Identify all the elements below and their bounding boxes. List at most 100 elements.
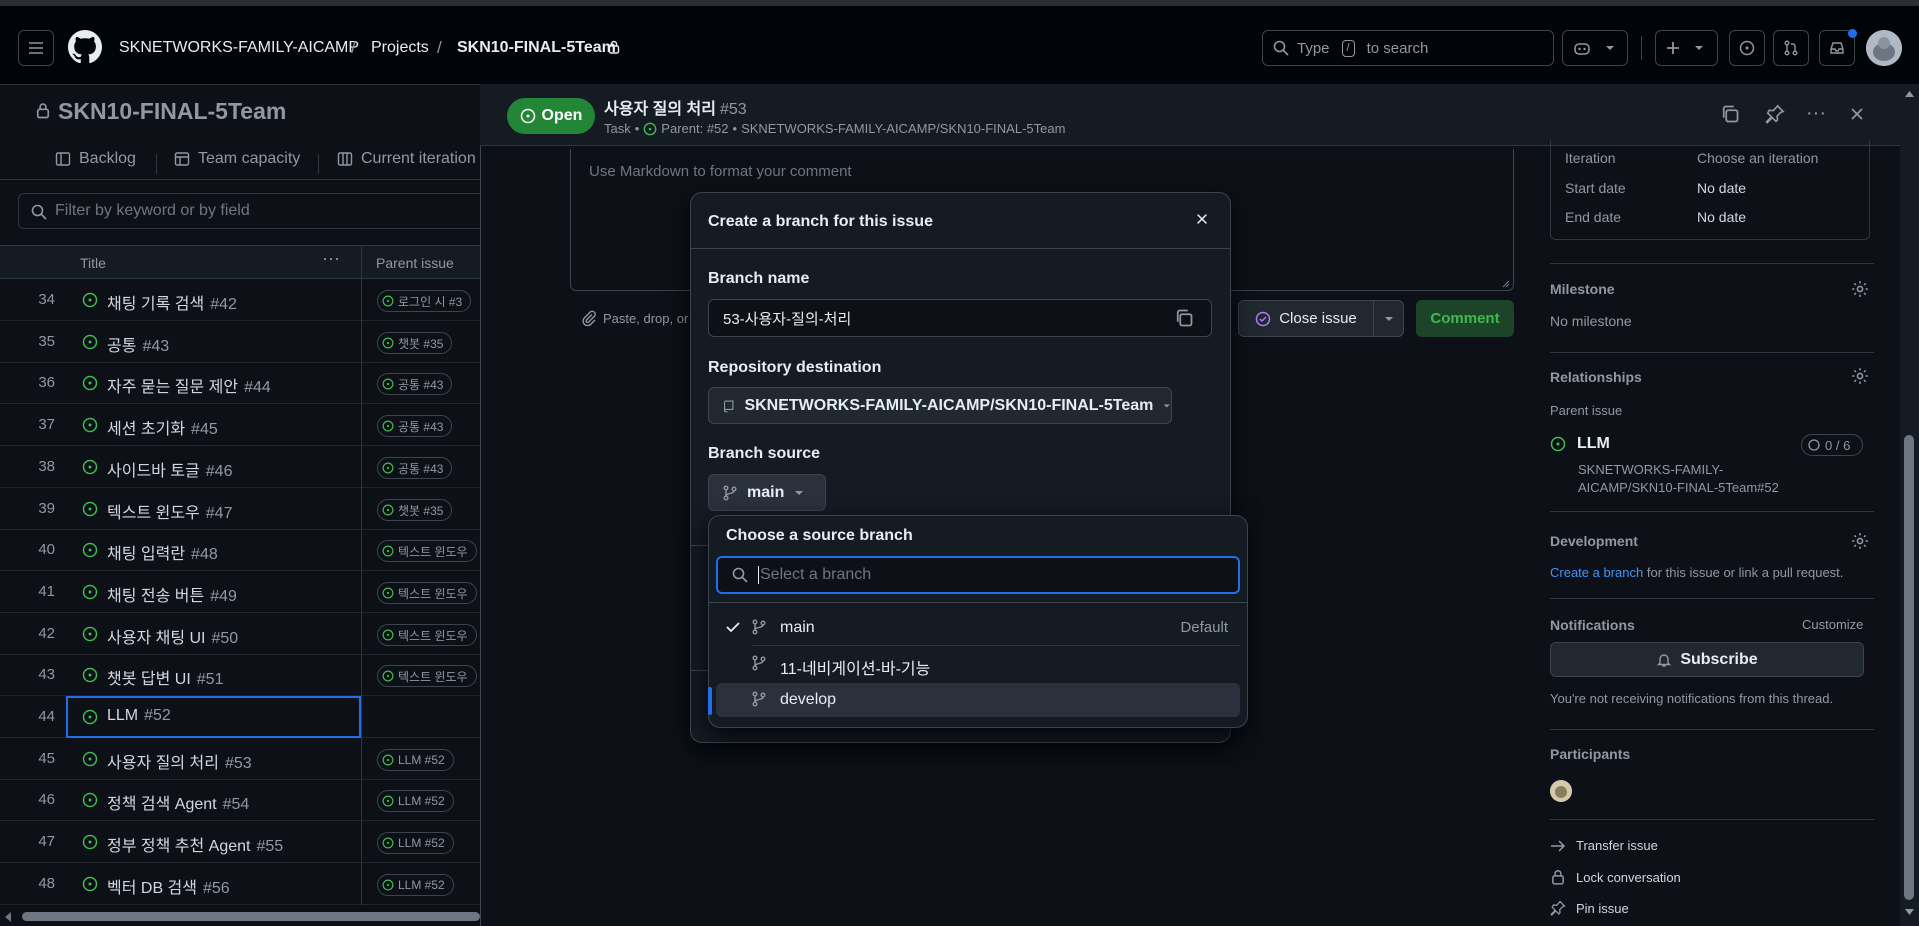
parent-issue-pill[interactable]: LLM #52 [377,832,454,854]
branch-filter-input[interactable]: Select a branch [716,556,1240,594]
table-row[interactable]: 37 세션 초기화 #45 공통 #43 [0,404,480,446]
iteration-value[interactable]: Choose an iteration [1697,150,1818,166]
column-menu-icon[interactable]: ··· [322,248,340,269]
issue-title[interactable]: 사용자 질의 처리 #53 [604,95,747,119]
start-date-value[interactable]: No date [1697,180,1746,196]
pull-requests-button[interactable] [1773,30,1809,66]
pin-icon[interactable] [1765,104,1785,124]
global-search-input[interactable]: Type / to search [1262,30,1554,66]
branch-source-select[interactable]: main [708,474,826,511]
close-issue-options-button[interactable] [1373,300,1404,337]
row-title[interactable]: 세션 초기화 #45 [107,415,218,439]
parent-issue-cell[interactable]: 텍스트 윈도우 [361,654,481,696]
parent-issue-pill[interactable]: 로그인 시 #3 [377,290,472,312]
row-title[interactable]: 사용자 채팅 UI #50 [107,624,238,648]
transfer-issue-action[interactable]: Transfer issue [1550,838,1658,853]
parent-issue-cell[interactable]: LLM #52 [361,821,481,863]
row-title[interactable]: 사이드바 토글 #46 [107,457,232,481]
filter-input[interactable]: Filter by keyword or by field [18,193,488,229]
more-options-icon[interactable]: ··· [1806,103,1826,123]
row-title[interactable]: 정부 정책 추천 Agent #55 [107,832,283,856]
relationships-gear-icon[interactable] [1851,367,1869,385]
parent-issue-pill[interactable]: 텍스트 윈도우 [377,624,477,646]
subscribe-button[interactable]: Subscribe [1550,642,1864,677]
parent-issue-cell[interactable]: 텍스트 윈도우 [361,613,481,655]
tab-team-capacity[interactable]: Team capacity [174,150,300,168]
table-row[interactable]: 44 LLM #52 [0,696,480,738]
row-title[interactable]: 정책 검색 Agent #54 [107,790,249,814]
horizontal-scrollbar[interactable] [0,906,480,926]
customize-link[interactable]: Customize [1802,617,1863,632]
parent-issue-pill[interactable]: LLM #52 [377,790,454,812]
breadcrumb-projects[interactable]: Projects [371,39,429,57]
development-gear-icon[interactable] [1851,532,1869,550]
parent-issue-pill[interactable]: LLM #52 [377,749,454,771]
parent-issue-cell[interactable]: 챗봇 #35 [361,488,481,530]
close-issue-button[interactable]: Close issue [1238,300,1374,337]
table-row[interactable]: 38 사이드바 토글 #46 공통 #43 [0,446,480,488]
table-row[interactable]: 48 벡터 DB 검색 #56 LLM #52 [0,863,480,905]
parent-issue-cell[interactable] [361,696,481,738]
row-title[interactable]: 벡터 DB 검색 #56 [107,874,230,898]
parent-issue-cell[interactable]: LLM #52 [361,779,481,821]
scrollbar-thumb[interactable] [22,912,480,921]
dialog-close-icon[interactable] [1195,212,1209,226]
branch-option-feature[interactable]: 11-네비게이션-바-기능 [716,647,1240,681]
parent-issue-pill[interactable]: 챗봇 #35 [377,332,453,354]
table-row[interactable]: 36 자주 묻는 질문 제안 #44 공통 #43 [0,362,480,404]
end-date-value[interactable]: No date [1697,209,1746,225]
repo-destination-select[interactable]: SKNETWORKS-FAMILY-AICAMP/SKN10-FINAL-5Te… [708,387,1172,424]
tab-backlog[interactable]: Backlog [55,150,136,168]
column-title[interactable]: Title [80,255,106,271]
row-title[interactable]: 사용자 질의 처리 #53 [107,749,252,773]
table-row[interactable]: 47 정부 정책 추천 Agent #55 LLM #52 [0,821,480,863]
parent-issue-cell[interactable]: 공통 #43 [361,446,481,488]
tab-current-iteration[interactable]: Current iteration [337,150,476,168]
table-row[interactable]: 45 사용자 질의 처리 #53 LLM #52 [0,738,480,780]
breadcrumb-org[interactable]: SKNETWORKS-FAMILY-AICAMP [119,39,359,57]
parent-issue-pill[interactable]: 텍스트 윈도우 [377,582,477,604]
table-row[interactable]: 34 채팅 기록 검색 #42 로그인 시 #3 [0,279,480,321]
create-new-button[interactable] [1655,30,1718,66]
parent-issue-cell[interactable]: 로그인 시 #3 [361,279,481,321]
issue-parent-repo[interactable]: SKNETWORKS-FAMILY-AICAMP/SKN10-FINAL-5Te… [741,121,1065,136]
participant-avatar[interactable] [1550,780,1572,802]
parent-issue-cell[interactable]: LLM #52 [361,738,481,780]
parent-issue-pill[interactable]: 챗봇 #35 [377,499,453,521]
table-row[interactable]: 43 챗봇 답변 UI #51 텍스트 윈도우 [0,654,480,696]
parent-issue-pill[interactable]: 공통 #43 [377,457,453,479]
row-title[interactable]: 챗봇 답변 UI #51 [107,665,223,689]
close-panel-icon[interactable] [1849,106,1865,122]
parent-issue-title[interactable]: LLM [1577,435,1610,453]
issue-parent-link[interactable]: Parent: #52 [661,121,728,136]
branch-option-main[interactable]: main Default [716,611,1240,645]
attach-files[interactable]: Paste, drop, or [581,310,688,326]
copy-icon[interactable] [1174,308,1194,328]
table-row[interactable]: 42 사용자 채팅 UI #50 텍스트 윈도우 [0,613,480,655]
branch-option-develop[interactable]: develop [716,683,1240,717]
table-row[interactable]: 40 채팅 입력란 #48 텍스트 윈도우 [0,529,480,571]
milestone-gear-icon[interactable] [1851,280,1869,298]
copilot-button[interactable] [1562,30,1628,66]
column-parent-issue[interactable]: Parent issue [376,255,454,271]
copy-link-icon[interactable] [1720,104,1740,124]
parent-issue-cell[interactable]: LLM #52 [361,863,481,905]
row-title[interactable]: 자주 묻는 질문 제안 #44 [107,373,271,397]
menu-button[interactable] [18,30,54,66]
parent-issue-pill[interactable]: 텍스트 윈도우 [377,665,477,687]
row-title[interactable]: 공통 #43 [107,332,169,356]
parent-issue-pill[interactable]: 공통 #43 [377,415,453,437]
row-title[interactable]: 채팅 입력란 #48 [107,540,218,564]
parent-issue-cell[interactable]: 공통 #43 [361,362,481,404]
breadcrumb-repo[interactable]: SKN10-FINAL-5Team [457,39,616,57]
lock-conversation-action[interactable]: Lock conversation [1550,869,1681,885]
table-row[interactable]: 35 공통 #43 챗봇 #35 [0,321,480,363]
scrollbar-thumb[interactable] [1904,435,1914,900]
issues-button[interactable] [1729,30,1765,66]
user-avatar[interactable] [1866,30,1902,66]
table-row[interactable]: 41 채팅 전송 버튼 #49 텍스트 윈도우 [0,571,480,613]
parent-issue-cell[interactable]: 텍스트 윈도우 [361,529,481,571]
github-logo-icon[interactable] [68,30,102,64]
branch-name-input[interactable]: 53-사용자-질의-처리 [708,299,1212,337]
row-title[interactable]: 텍스트 윈도우 #47 [107,499,232,523]
